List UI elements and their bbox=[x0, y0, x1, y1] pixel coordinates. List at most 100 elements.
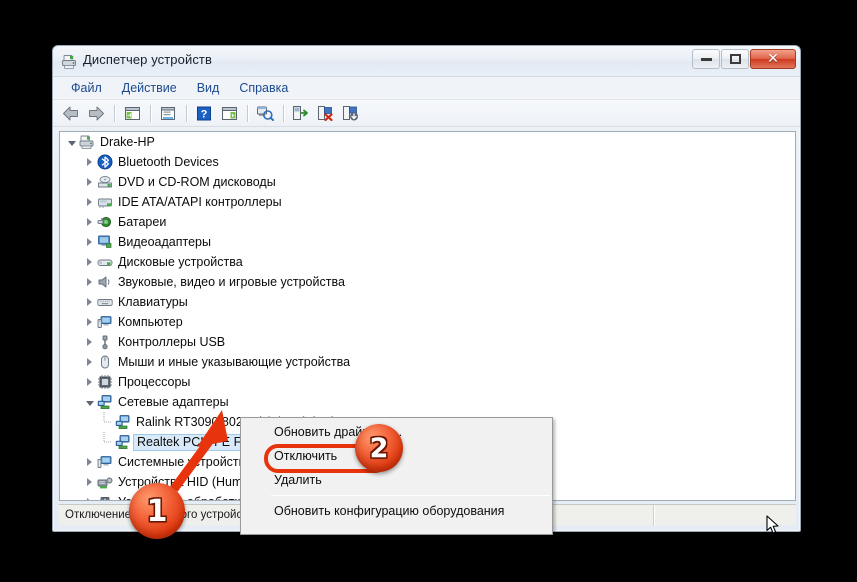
tree-node-label: Drake-HP bbox=[100, 135, 155, 149]
tree-node-label: Батареи bbox=[118, 215, 167, 229]
show-hide-console-tree-icon[interactable] bbox=[120, 102, 144, 124]
tree-node[interactable]: Bluetooth Devices bbox=[60, 152, 795, 172]
window-title: Диспетчер устройств bbox=[83, 52, 212, 67]
battery-icon bbox=[97, 214, 113, 230]
expander-closed-icon[interactable] bbox=[84, 157, 95, 168]
expander-closed-icon[interactable] bbox=[84, 177, 95, 188]
tree-node[interactable]: Видеоадаптеры bbox=[60, 232, 795, 252]
system-device-icon bbox=[97, 454, 113, 470]
update-driver-icon[interactable] bbox=[289, 102, 313, 124]
tool-bar: ? bbox=[53, 100, 800, 127]
network-adapter-icon bbox=[97, 394, 113, 410]
menu-file[interactable]: Файл bbox=[61, 79, 112, 97]
expander-closed-icon[interactable] bbox=[84, 237, 95, 248]
display-adapter-icon bbox=[97, 234, 113, 250]
expander-closed-icon[interactable] bbox=[84, 357, 95, 368]
annotation-badge-1-label: 1 bbox=[146, 493, 168, 529]
tree-node-root[interactable]: Drake-HP bbox=[60, 132, 795, 152]
expander-closed-icon[interactable] bbox=[84, 377, 95, 388]
toolbar-separator bbox=[114, 104, 115, 122]
tree-node[interactable]: Дисковые устройства bbox=[60, 252, 795, 272]
expander-closed-icon[interactable] bbox=[84, 477, 95, 488]
processor-icon bbox=[97, 374, 113, 390]
menu-help[interactable]: Справка bbox=[229, 79, 298, 97]
tree-node-label: Сетевые адаптеры bbox=[118, 395, 229, 409]
tree-node-label: DVD и CD-ROM дисководы bbox=[118, 175, 276, 189]
expander-closed-icon[interactable] bbox=[84, 457, 95, 468]
tree-node[interactable]: DVD и CD-ROM дисководы bbox=[60, 172, 795, 192]
tree-node[interactable]: Батареи bbox=[60, 212, 795, 232]
tree-node[interactable]: Звуковые, видео и игровые устройства bbox=[60, 272, 795, 292]
toolbar-separator bbox=[186, 104, 187, 122]
tree-node[interactable]: Клавиатуры bbox=[60, 292, 795, 312]
bluetooth-icon bbox=[97, 154, 113, 170]
minimize-button[interactable] bbox=[692, 49, 720, 69]
toolbar-separator bbox=[283, 104, 284, 122]
mouse-icon bbox=[97, 354, 113, 370]
svg-text:?: ? bbox=[201, 108, 208, 120]
dvd-drive-icon bbox=[97, 174, 113, 190]
tree-connector-line bbox=[102, 412, 113, 428]
expander-closed-icon[interactable] bbox=[84, 197, 95, 208]
toolbar-separator bbox=[247, 104, 248, 122]
tree-node-label: Мыши и иные указывающие устройства bbox=[118, 355, 351, 369]
expander-closed-icon[interactable] bbox=[84, 217, 95, 228]
tree-node-label: Звуковые, видео и игровые устройства bbox=[118, 275, 345, 289]
annotation-badge-2: 2 bbox=[355, 424, 403, 472]
tree-node-label: Системные устройства bbox=[118, 455, 253, 469]
toolbar-separator bbox=[150, 104, 151, 122]
back-icon[interactable] bbox=[59, 102, 83, 124]
tree-node[interactable]: Процессоры bbox=[60, 372, 795, 392]
expander-open-icon[interactable] bbox=[66, 137, 77, 148]
sound-device-icon bbox=[97, 274, 113, 290]
menu-action[interactable]: Действие bbox=[112, 79, 187, 97]
annotation-badge-1: 1 bbox=[129, 483, 185, 539]
uninstall-device-icon[interactable] bbox=[339, 102, 363, 124]
tree-node-label: Процессоры bbox=[118, 375, 191, 389]
network-adapter-icon bbox=[115, 414, 131, 430]
context-menu-item-scan-hardware[interactable]: Обновить конфигурацию оборудования bbox=[241, 499, 552, 523]
computer-root-icon bbox=[79, 134, 95, 150]
imaging-device-icon bbox=[97, 494, 113, 500]
tree-node[interactable]: Мыши и иные указывающие устройства bbox=[60, 352, 795, 372]
close-button[interactable]: ✕ bbox=[750, 49, 796, 69]
window-controls: ✕ bbox=[692, 49, 796, 69]
tree-node-label: Контроллеры USB bbox=[118, 335, 226, 349]
tree-node[interactable]: IDE ATA/ATAPI контроллеры bbox=[60, 192, 795, 212]
expander-closed-icon[interactable] bbox=[84, 257, 95, 268]
expander-closed-icon[interactable] bbox=[84, 337, 95, 348]
ide-controller-icon bbox=[97, 194, 113, 210]
desktop-background: Диспетчер устройств ✕ Файл Действие Вид … bbox=[0, 0, 857, 582]
expander-closed-icon[interactable] bbox=[84, 297, 95, 308]
device-manager-icon bbox=[61, 53, 78, 70]
tree-node-label: IDE ATA/ATAPI контроллеры bbox=[118, 195, 282, 209]
close-icon: ✕ bbox=[767, 51, 779, 67]
menu-view[interactable]: Вид bbox=[187, 79, 230, 97]
maximize-button[interactable] bbox=[721, 49, 749, 69]
forward-icon[interactable] bbox=[84, 102, 108, 124]
tree-node-label: Видеоадаптеры bbox=[118, 235, 211, 249]
expander-closed-icon[interactable] bbox=[84, 497, 95, 500]
hid-device-icon bbox=[97, 474, 113, 490]
disable-device-icon[interactable] bbox=[314, 102, 338, 124]
tree-node[interactable]: Сетевые адаптеры bbox=[60, 392, 795, 412]
network-adapter-icon bbox=[115, 434, 131, 450]
tree-node-label: Компьютер bbox=[118, 315, 183, 329]
tree-node[interactable]: Контроллеры USB bbox=[60, 332, 795, 352]
mouse-cursor bbox=[766, 515, 779, 534]
properties-icon[interactable] bbox=[156, 102, 180, 124]
keyboard-icon bbox=[97, 294, 113, 310]
expander-closed-icon[interactable] bbox=[84, 317, 95, 328]
scan-for-hardware-changes-icon[interactable] bbox=[253, 102, 277, 124]
tree-node[interactable]: Компьютер bbox=[60, 312, 795, 332]
tree-connector-line bbox=[102, 432, 113, 448]
expander-open-icon[interactable] bbox=[84, 397, 95, 408]
show-hide-action-pane-icon[interactable] bbox=[217, 102, 241, 124]
context-menu-separator bbox=[271, 495, 550, 496]
disk-drive-icon bbox=[97, 254, 113, 270]
tree-node-label: Клавиатуры bbox=[118, 295, 188, 309]
window-title-bar: Диспетчер устройств ✕ bbox=[53, 46, 800, 77]
help-icon[interactable]: ? bbox=[192, 102, 216, 124]
computer-icon bbox=[97, 314, 113, 330]
expander-closed-icon[interactable] bbox=[84, 277, 95, 288]
